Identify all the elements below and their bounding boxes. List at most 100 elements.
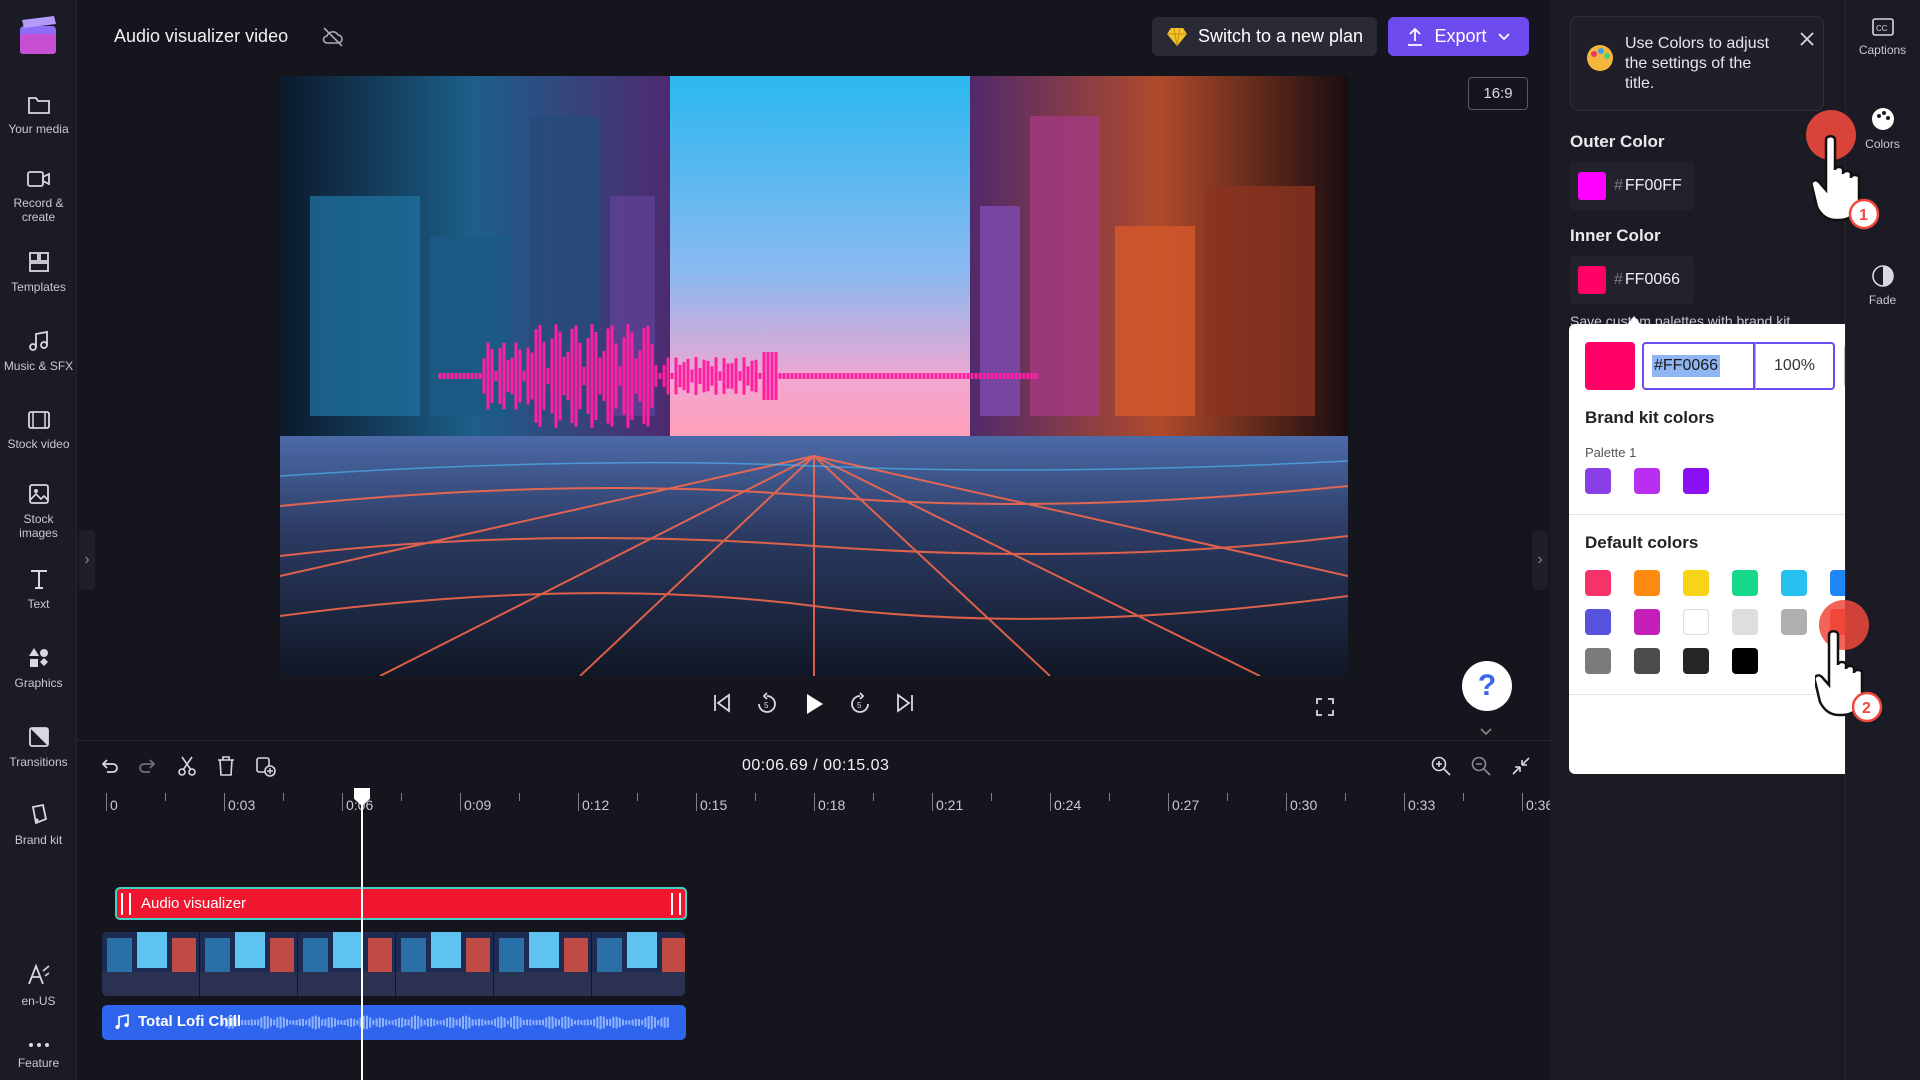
nav-language[interactable]: en-US [0,962,77,1008]
nav-graphics[interactable]: Graphics [0,646,77,690]
inner-color-swatch [1578,266,1606,294]
delete-trash-icon[interactable] [215,755,237,782]
ruler-tick [873,793,874,801]
default-color-swatch[interactable] [1585,648,1611,674]
total-time: 00:15.03 [823,757,890,774]
pointer-hand-icon: 1 [1812,135,1880,230]
plan-label: Switch to a new plan [1197,26,1364,46]
default-color-swatch[interactable] [1634,570,1660,596]
split-scissors-icon[interactable] [176,755,198,782]
image-icon [28,484,49,504]
ruler-tick [1227,793,1228,801]
project-title[interactable]: Audio visualizer video [114,26,288,47]
export-button[interactable]: Export [1388,17,1529,56]
ruler-tick [224,793,225,811]
zoom-out-icon[interactable] [1470,755,1492,782]
nav-label: Music & SFX [3,359,74,373]
default-color-swatch[interactable] [1585,609,1611,635]
ruler-tick [755,793,756,801]
default-color-swatch[interactable] [1732,570,1758,596]
default-color-swatch[interactable] [1634,609,1660,635]
expand-right-panel-button[interactable]: › [1532,530,1548,590]
trim-handle-right[interactable] [671,892,681,915]
switch-plan-button[interactable]: Switch to a new plan [1152,17,1377,56]
default-color-swatch[interactable] [1683,609,1709,635]
ruler-tick [696,793,697,811]
zoom-in-icon[interactable] [1430,755,1452,782]
ruler-tick [1463,793,1464,801]
default-color-swatch[interactable] [1781,570,1807,596]
close-icon[interactable] [1799,31,1815,47]
ruler-label: 0:12 [582,797,610,813]
time-separator: / [813,757,819,774]
default-color-swatch[interactable] [1634,648,1660,674]
inner-color-field[interactable]: # FF0066 [1570,256,1694,304]
default-color-swatch[interactable] [1732,609,1758,635]
rewind-5-icon[interactable]: 5 [755,692,779,721]
aspect-ratio-button[interactable]: 16:9 [1468,77,1528,110]
nav-record-create[interactable]: Record & create [0,168,77,224]
ruler-label: 0:30 [1290,797,1318,813]
help-button[interactable]: ? [1462,661,1512,711]
nav-stock-images[interactable]: Stock images [0,482,77,540]
svg-text:5: 5 [857,701,862,710]
skip-forward-icon[interactable] [894,692,916,719]
default-color-swatch[interactable] [1683,648,1709,674]
default-color-swatch[interactable] [1732,648,1758,674]
nav-label: Feature [17,1056,60,1070]
forward-5-icon[interactable]: 5 [848,692,872,721]
nav-text[interactable]: Text [0,567,77,611]
brand-color-swatch[interactable] [1585,468,1611,494]
default-color-swatch[interactable] [1585,570,1611,596]
pointer-hand-icon: 2 [1815,630,1883,723]
nav-label: Stock video [7,437,70,451]
nav-your-media[interactable]: Your media [0,94,77,136]
cloud-sync-off-icon[interactable] [321,25,345,54]
nav-label: Transitions [9,755,68,769]
nav-stock-video[interactable]: Stock video [0,409,77,451]
left-navigation: Your media Record & create Templates Mus… [0,0,77,1080]
audio-clip[interactable]: Total Lofi Chill [102,1005,686,1040]
video-clip[interactable] [102,932,685,996]
nav-label: Stock images [19,512,58,540]
trim-handle-left[interactable] [121,892,131,915]
opacity-input[interactable]: 100% [1755,342,1835,390]
current-time: 00:06.69 [742,757,809,774]
rail-fade[interactable]: Fade [1845,264,1920,307]
language-icon [27,963,50,985]
clipchamp-logo[interactable] [18,16,60,58]
redo-icon[interactable] [137,755,159,782]
nav-transitions[interactable]: Transitions [0,725,77,769]
default-color-swatch[interactable] [1781,609,1807,635]
video-preview[interactable] [280,76,1348,676]
outer-color-field[interactable]: # FF00FF [1570,162,1694,210]
duplicate-icon[interactable] [254,755,276,782]
hash-symbol: # [1614,177,1623,194]
default-color-swatch[interactable] [1683,570,1709,596]
music-icon [28,330,48,351]
ruler-tick [1109,793,1110,801]
diamond-icon [1166,27,1187,46]
brand-color-swatch[interactable] [1683,468,1709,494]
undo-icon[interactable] [98,755,120,782]
nav-feature[interactable]: Feature [0,1040,77,1070]
default-colors-title: Default colors [1585,533,1699,552]
more-icon [28,1043,49,1047]
nav-templates[interactable]: Templates [0,250,77,294]
skip-back-icon[interactable] [711,692,733,719]
fit-timeline-icon[interactable] [1510,755,1532,782]
svg-text:5: 5 [764,701,769,710]
ruler-label: 0:03 [228,797,256,813]
ruler-tick [401,793,402,801]
fullscreen-icon[interactable] [1315,697,1335,722]
nav-brand-kit[interactable]: Brand kit [0,803,77,847]
audio-visualizer-clip[interactable]: Audio visualizer [115,887,687,920]
expand-left-panel-button[interactable]: › [79,530,95,590]
rail-captions[interactable]: CC Captions [1845,16,1920,57]
inner-color-hex: FF0066 [1624,271,1681,288]
playhead[interactable] [361,790,363,1080]
hex-input[interactable]: #FF0066 [1642,342,1755,390]
nav-music-sfx[interactable]: Music & SFX [0,329,77,373]
play-button[interactable] [802,692,826,721]
brand-color-swatch[interactable] [1634,468,1660,494]
